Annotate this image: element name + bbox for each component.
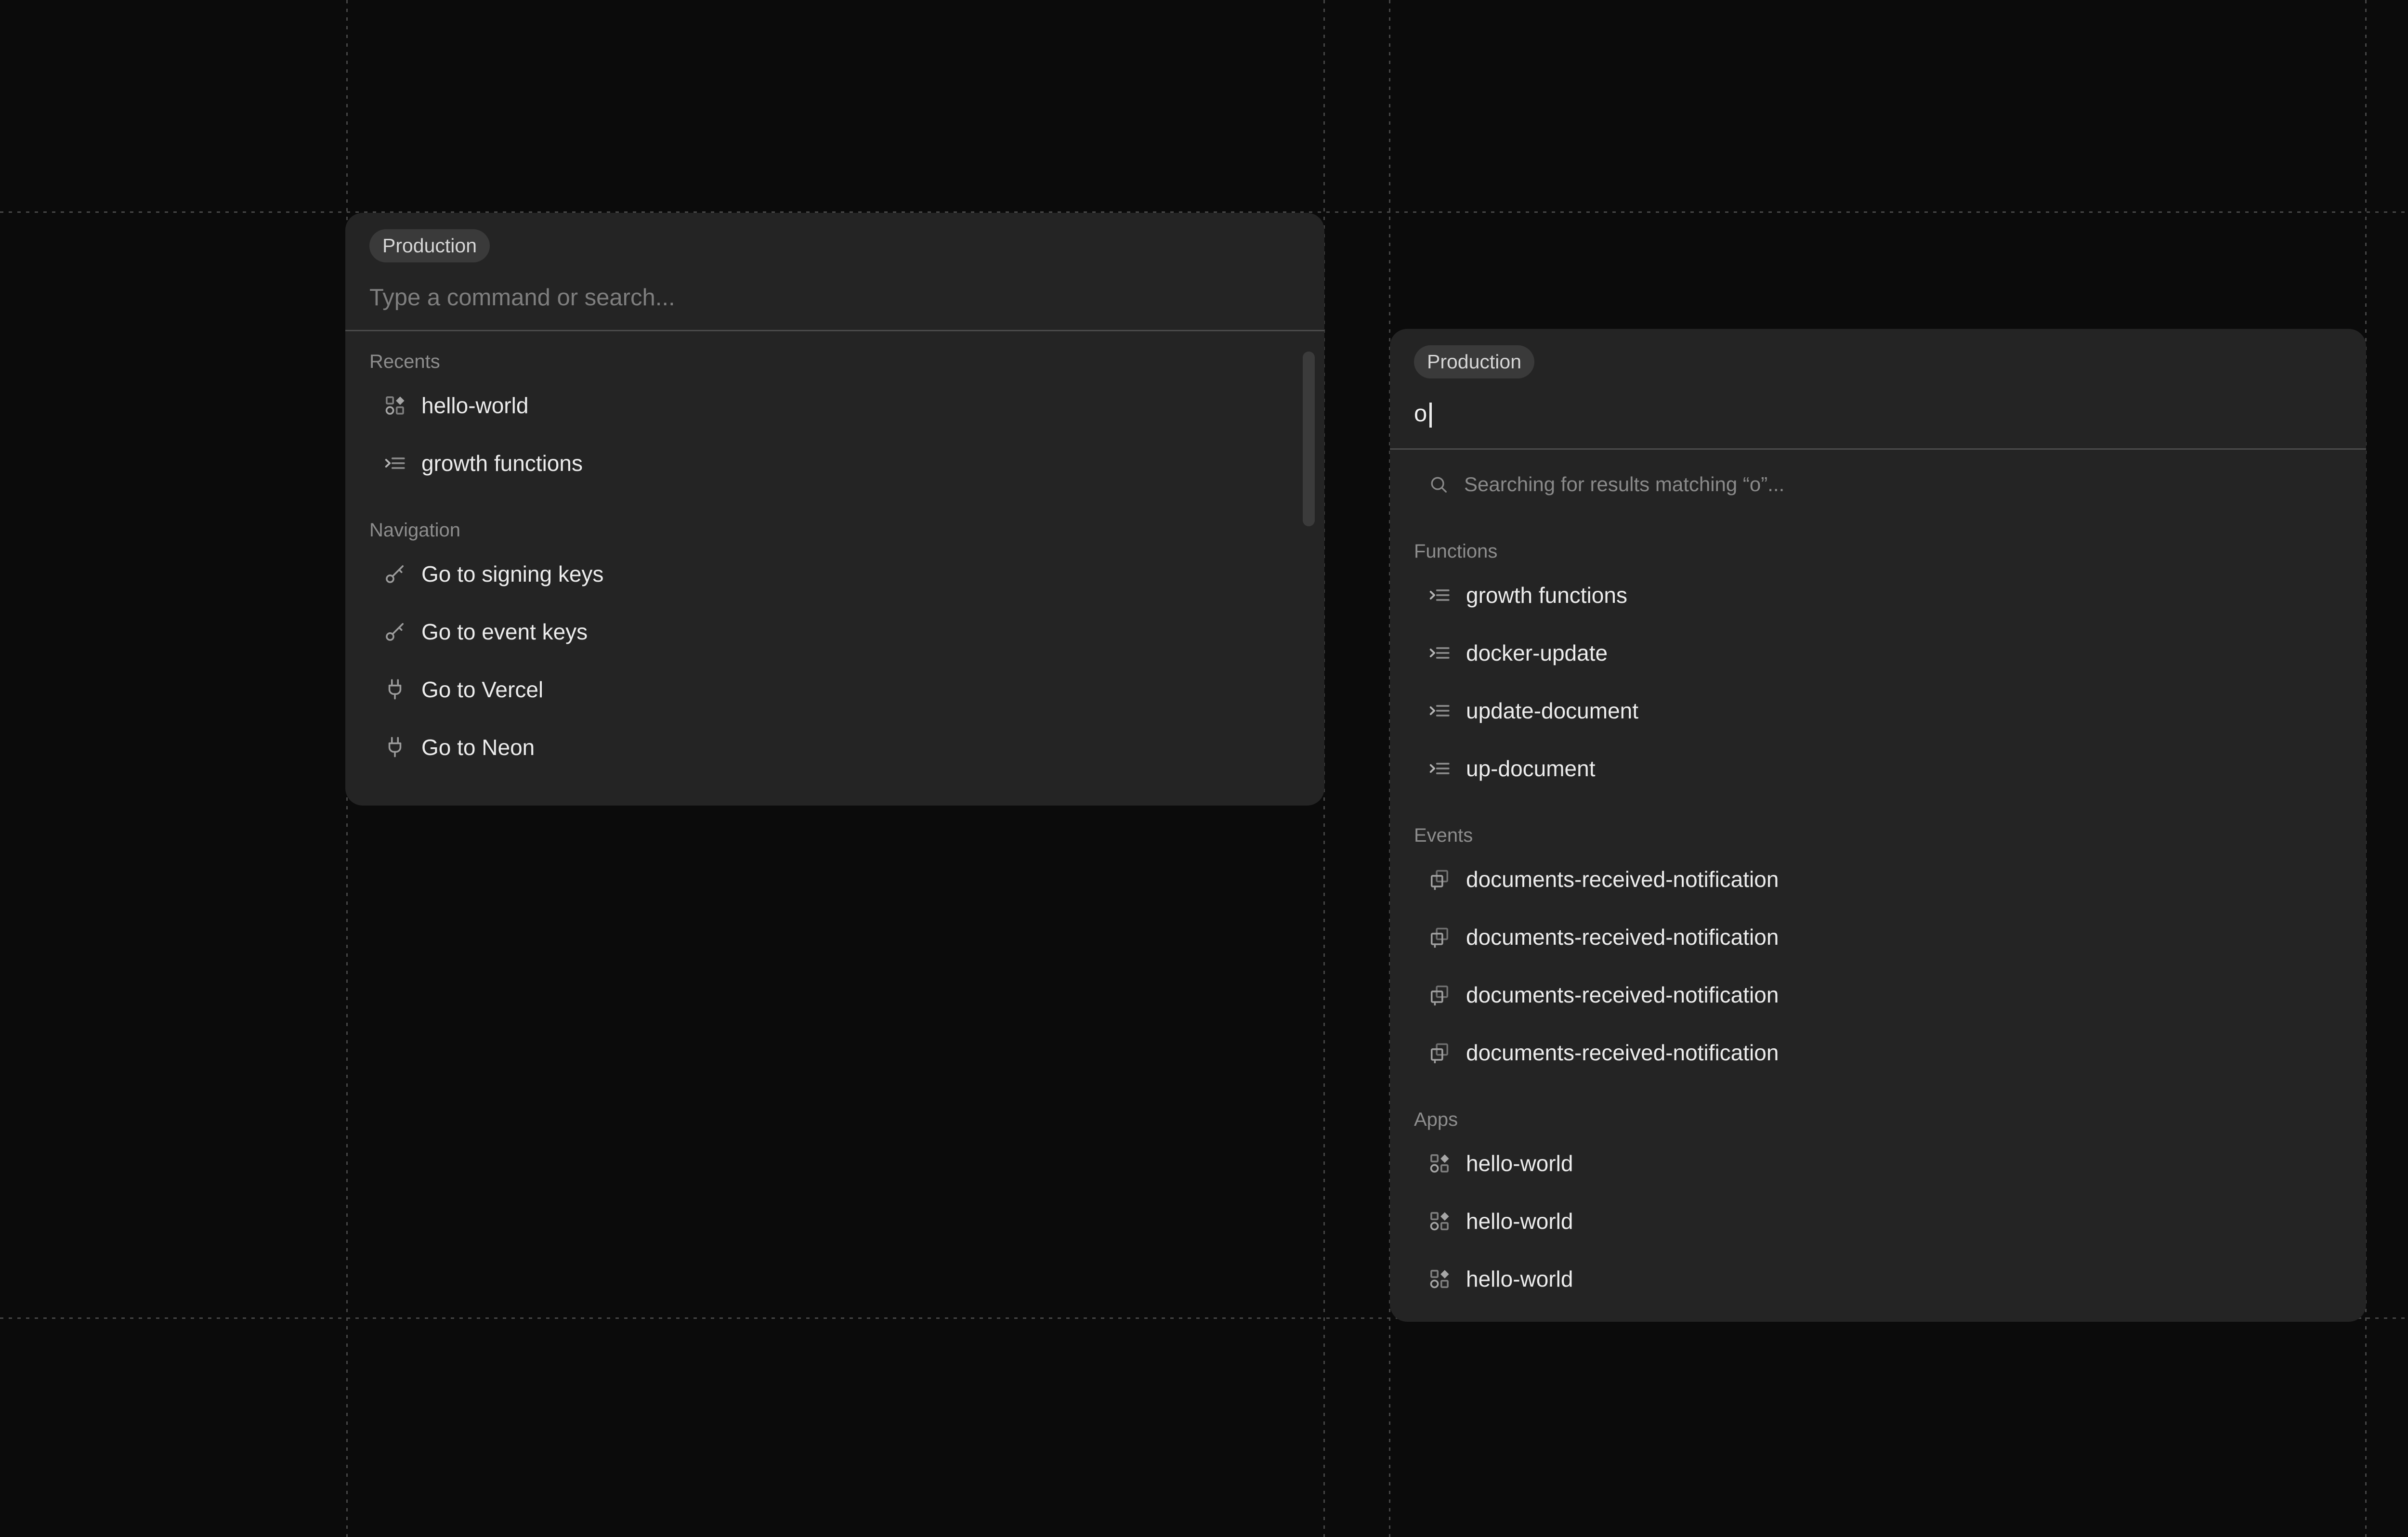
palette-item[interactable]: documents-received-notification (1414, 908, 2342, 966)
command-input-placeholder: Type a command or search... (369, 285, 675, 311)
apps-icon (1427, 1209, 1452, 1233)
section-label: Recents (369, 351, 1300, 373)
search-icon (1427, 473, 1450, 495)
function-icon (1427, 756, 1452, 781)
item-label: Go to event keys (421, 619, 588, 645)
item-label: hello-world (1466, 1150, 1573, 1176)
command-palette-search-results: Production o Searching for results match… (1390, 329, 2366, 1322)
function-icon (1427, 641, 1452, 665)
item-label: documents-received-notification (1466, 924, 1779, 950)
section-label: Events (1414, 824, 2342, 847)
command-input[interactable]: o (1414, 400, 2342, 428)
palette-item[interactable]: up-document (1414, 740, 2342, 797)
palette-item[interactable]: documents-received-notification (1414, 1024, 2342, 1081)
plug-icon (383, 677, 407, 702)
function-icon (1427, 699, 1452, 723)
palette-item[interactable]: Go to signing keys (369, 545, 1300, 603)
palette-item[interactable]: hello-world (1414, 1250, 2342, 1308)
item-label: hello-world (1466, 1208, 1573, 1234)
item-label: Go to signing keys (421, 561, 603, 587)
environment-badge: Production (1414, 345, 1534, 378)
apps-icon (383, 393, 407, 417)
function-icon (1427, 583, 1452, 607)
palette-item[interactable]: hello-world (1414, 1192, 2342, 1250)
item-label: docker-update (1466, 640, 1608, 666)
item-label: up-document (1466, 755, 1596, 782)
palette-item[interactable]: growth functions (1414, 566, 2342, 624)
palette-header: Production o (1390, 329, 2366, 450)
text-cursor (1429, 403, 1432, 428)
palette-results-list: Recents hello-world growth functions Naviga… (345, 351, 1324, 776)
item-label: hello-world (421, 392, 528, 418)
scrollbar-thumb[interactable] (1303, 352, 1315, 526)
section-label: Functions (1414, 540, 2342, 562)
palette-item[interactable]: update-document (1414, 682, 2342, 740)
function-icon (383, 451, 407, 475)
palette-results-list: Searching for results matching “o”... Fu… (1390, 456, 2366, 1308)
key-icon (383, 620, 407, 644)
apps-icon (1427, 1267, 1452, 1291)
palette-item[interactable]: documents-received-notification (1414, 966, 2342, 1024)
environment-badge: Production (369, 229, 490, 262)
search-status-row: Searching for results matching “o”... (1414, 456, 2342, 513)
apps-icon (1427, 1151, 1452, 1175)
section-label: Apps (1414, 1108, 2342, 1131)
command-input-value: o (1414, 401, 1427, 427)
palette-item[interactable]: hello-world (369, 377, 1300, 434)
search-results-sections: Functions growth functions docker-update up… (1414, 540, 2342, 1308)
item-label: hello-world (1466, 1266, 1573, 1292)
item-label: documents-received-notification (1466, 982, 1779, 1008)
palette-item[interactable]: growth functions (369, 434, 1300, 492)
section-label: Navigation (369, 519, 1300, 541)
command-palette: Production Type a command or search... R… (345, 213, 1324, 806)
palette-header: Production Type a command or search... (345, 213, 1324, 331)
plug-icon (383, 735, 407, 759)
item-label: growth functions (421, 450, 583, 476)
key-icon (383, 562, 407, 586)
item-label: Go to Neon (421, 734, 535, 760)
search-status-text: Searching for results matching “o”... (1464, 473, 1784, 496)
item-label: documents-received-notification (1466, 1040, 1779, 1066)
event-icon (1427, 867, 1452, 891)
palette-item[interactable]: Go to Vercel (369, 661, 1300, 718)
item-label: update-document (1466, 698, 1638, 724)
palette-item[interactable]: hello-world (1414, 1134, 2342, 1192)
palette-item[interactable]: Go to Neon (369, 718, 1300, 776)
event-icon (1427, 983, 1452, 1007)
item-label: Go to Vercel (421, 677, 543, 703)
palette-item[interactable]: Go to event keys (369, 603, 1300, 661)
item-label: growth functions (1466, 582, 1627, 608)
item-label: documents-received-notification (1466, 866, 1779, 892)
command-input[interactable]: Type a command or search... (369, 284, 1300, 312)
event-icon (1427, 925, 1452, 949)
palette-item[interactable]: documents-received-notification (1414, 850, 2342, 908)
palette-item[interactable]: docker-update (1414, 624, 2342, 682)
event-icon (1427, 1041, 1452, 1065)
